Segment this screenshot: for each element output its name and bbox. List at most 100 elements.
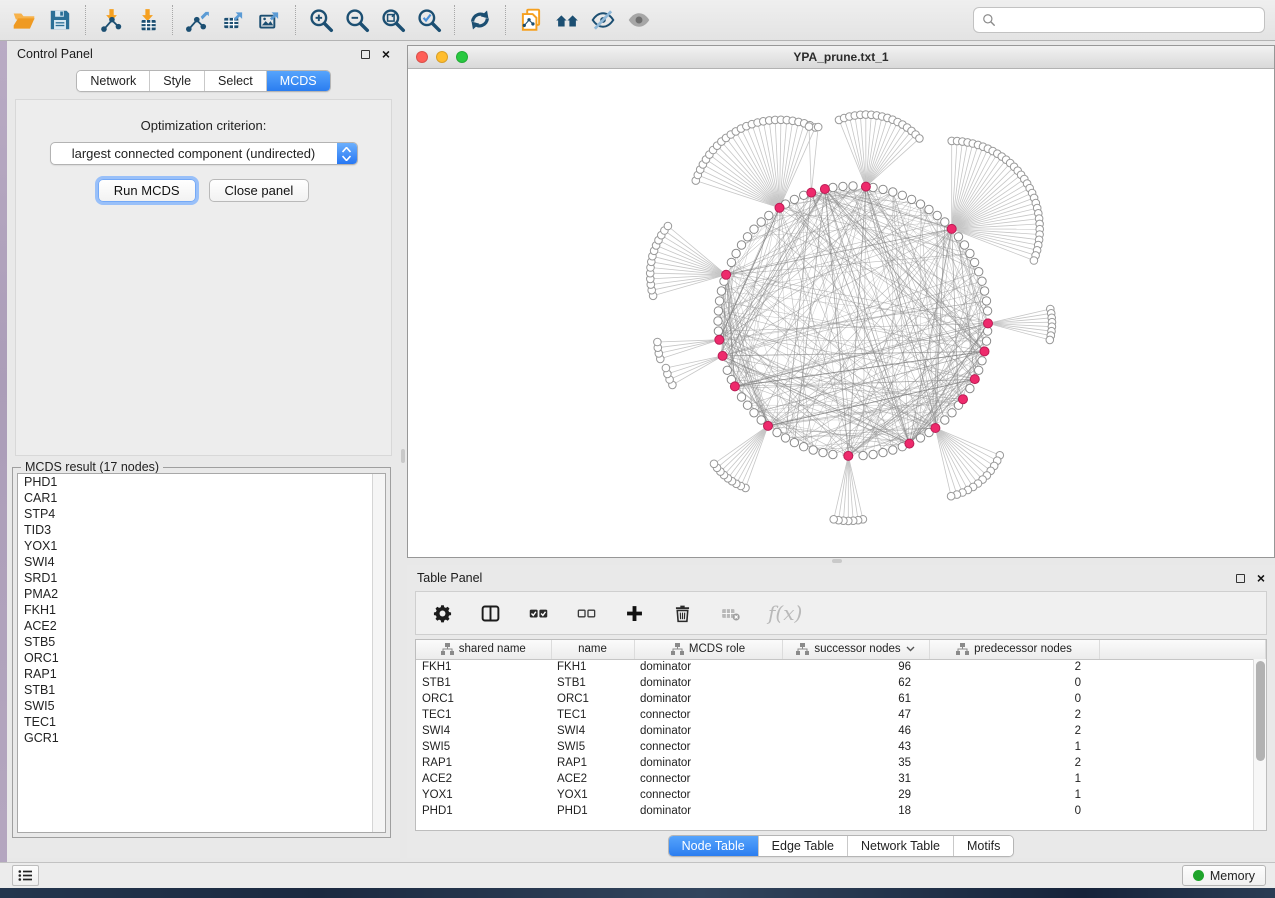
mcds-result-node[interactable]: YOX1 bbox=[18, 538, 385, 554]
horizontal-splitter-handle[interactable] bbox=[832, 559, 842, 563]
import-table-button[interactable] bbox=[129, 4, 165, 36]
network-node[interactable] bbox=[714, 307, 722, 315]
network-node[interactable] bbox=[820, 185, 829, 194]
network-node[interactable] bbox=[982, 297, 990, 305]
network-node[interactable] bbox=[978, 277, 986, 285]
network-node[interactable] bbox=[947, 224, 956, 233]
mcds-result-node[interactable]: CAR1 bbox=[18, 490, 385, 506]
network-node[interactable] bbox=[879, 448, 887, 456]
tab-network-table[interactable]: Network Table bbox=[847, 836, 953, 856]
network-node[interactable] bbox=[819, 448, 827, 456]
network-node[interactable] bbox=[861, 182, 870, 191]
network-node[interactable] bbox=[710, 460, 718, 468]
float-panel-icon[interactable] bbox=[361, 50, 370, 59]
network-node[interactable] bbox=[814, 123, 822, 131]
network-node[interactable] bbox=[889, 446, 897, 454]
table-row[interactable]: RAP1RAP1dominator352 bbox=[416, 755, 1266, 771]
mcds-result-node[interactable]: ORC1 bbox=[18, 650, 385, 666]
close-panel-button[interactable]: Close panel bbox=[209, 179, 310, 202]
run-mcds-button[interactable]: Run MCDS bbox=[98, 179, 196, 202]
mcds-result-node[interactable]: STB5 bbox=[18, 634, 385, 650]
network-node[interactable] bbox=[849, 182, 857, 190]
network-node[interactable] bbox=[916, 434, 924, 442]
network-node[interactable] bbox=[714, 317, 722, 325]
column-header-name[interactable]: name bbox=[551, 640, 634, 659]
network-node[interactable] bbox=[975, 268, 983, 276]
network-node[interactable] bbox=[879, 185, 887, 193]
table-row[interactable]: STB1STB1dominator620 bbox=[416, 675, 1266, 691]
zoom-in-button[interactable] bbox=[303, 4, 339, 36]
zoom-fit-button[interactable] bbox=[375, 4, 411, 36]
network-node[interactable] bbox=[654, 338, 662, 346]
mcds-result-node[interactable]: ACE2 bbox=[18, 618, 385, 634]
mcds-result-node[interactable]: SRD1 bbox=[18, 570, 385, 586]
tab-mcds[interactable]: MCDS bbox=[266, 71, 330, 91]
network-node[interactable] bbox=[925, 205, 933, 213]
network-node[interactable] bbox=[732, 249, 740, 257]
add-row-button[interactable] bbox=[624, 603, 645, 624]
mcds-result-node[interactable]: PMA2 bbox=[18, 586, 385, 602]
network-node[interactable] bbox=[980, 287, 988, 295]
search-field[interactable] bbox=[973, 7, 1265, 33]
table-scrollbar[interactable] bbox=[1253, 659, 1266, 830]
network-node[interactable] bbox=[975, 366, 983, 374]
network-node[interactable] bbox=[859, 451, 867, 459]
network-node[interactable] bbox=[984, 319, 993, 328]
network-node[interactable] bbox=[983, 307, 991, 315]
network-node[interactable] bbox=[781, 434, 789, 442]
close-panel-icon[interactable]: × bbox=[382, 47, 390, 61]
table-scrollbar-thumb[interactable] bbox=[1256, 661, 1265, 761]
mcds-result-node[interactable]: STP4 bbox=[18, 506, 385, 522]
network-node[interactable] bbox=[715, 335, 724, 344]
show-all-button[interactable] bbox=[621, 4, 657, 36]
network-node[interactable] bbox=[717, 287, 725, 295]
table-row[interactable]: TEC1TEC1connector472 bbox=[416, 707, 1266, 723]
table-row[interactable]: PHD1PHD1dominator180 bbox=[416, 803, 1266, 819]
column-header-predecessor-nodes[interactable]: predecessor nodes bbox=[929, 640, 1099, 659]
network-node[interactable] bbox=[773, 428, 781, 436]
first-neighbors-button[interactable] bbox=[549, 4, 585, 36]
mcds-result-node[interactable]: PHD1 bbox=[18, 474, 385, 490]
network-node[interactable] bbox=[750, 409, 758, 417]
network-node[interactable] bbox=[960, 241, 968, 249]
open-file-button[interactable] bbox=[6, 4, 42, 36]
network-node[interactable] bbox=[941, 416, 949, 424]
network-node[interactable] bbox=[844, 451, 853, 460]
network-node[interactable] bbox=[916, 135, 924, 143]
mcds-result-node[interactable]: SWI5 bbox=[18, 698, 385, 714]
network-node[interactable] bbox=[959, 395, 968, 404]
criterion-select[interactable]: largest connected component (undirected) bbox=[50, 142, 358, 165]
tab-select[interactable]: Select bbox=[204, 71, 266, 91]
column-header-MCDS-role[interactable]: MCDS role bbox=[634, 640, 782, 659]
network-node[interactable] bbox=[714, 327, 722, 335]
export-image-button[interactable] bbox=[252, 4, 288, 36]
network-node[interactable] bbox=[933, 211, 941, 219]
network-node[interactable] bbox=[737, 393, 745, 401]
network-node[interactable] bbox=[664, 222, 672, 230]
export-table-button[interactable] bbox=[216, 4, 252, 36]
network-node[interactable] bbox=[743, 401, 751, 409]
network-node[interactable] bbox=[1030, 257, 1038, 265]
network-node[interactable] bbox=[905, 439, 914, 448]
network-node[interactable] bbox=[970, 258, 978, 266]
network-node[interactable] bbox=[750, 225, 758, 233]
table-row[interactable]: YOX1YOX1connector291 bbox=[416, 787, 1266, 803]
duplicate-network-button[interactable] bbox=[513, 4, 549, 36]
table-row[interactable]: ORC1ORC1dominator610 bbox=[416, 691, 1266, 707]
network-node[interactable] bbox=[800, 443, 808, 451]
table-settings-button[interactable] bbox=[432, 603, 453, 624]
network-node[interactable] bbox=[839, 182, 847, 190]
network-node[interactable] bbox=[727, 258, 735, 266]
delete-row-button[interactable] bbox=[672, 603, 693, 624]
table-row[interactable]: ACE2ACE2connector311 bbox=[416, 771, 1266, 787]
table-row[interactable]: FKH1FKH1dominator962 bbox=[416, 659, 1266, 675]
close-table-panel-icon[interactable]: × bbox=[1257, 571, 1265, 585]
deselect-all-button[interactable] bbox=[576, 603, 597, 624]
network-node[interactable] bbox=[829, 450, 837, 458]
tab-motifs[interactable]: Motifs bbox=[953, 836, 1013, 856]
tab-node-table[interactable]: Node Table bbox=[669, 836, 758, 856]
tab-style[interactable]: Style bbox=[149, 71, 204, 91]
network-node[interactable] bbox=[723, 366, 731, 374]
mcds-result-node[interactable]: RAP1 bbox=[18, 666, 385, 682]
mcds-result-node[interactable]: STB1 bbox=[18, 682, 385, 698]
